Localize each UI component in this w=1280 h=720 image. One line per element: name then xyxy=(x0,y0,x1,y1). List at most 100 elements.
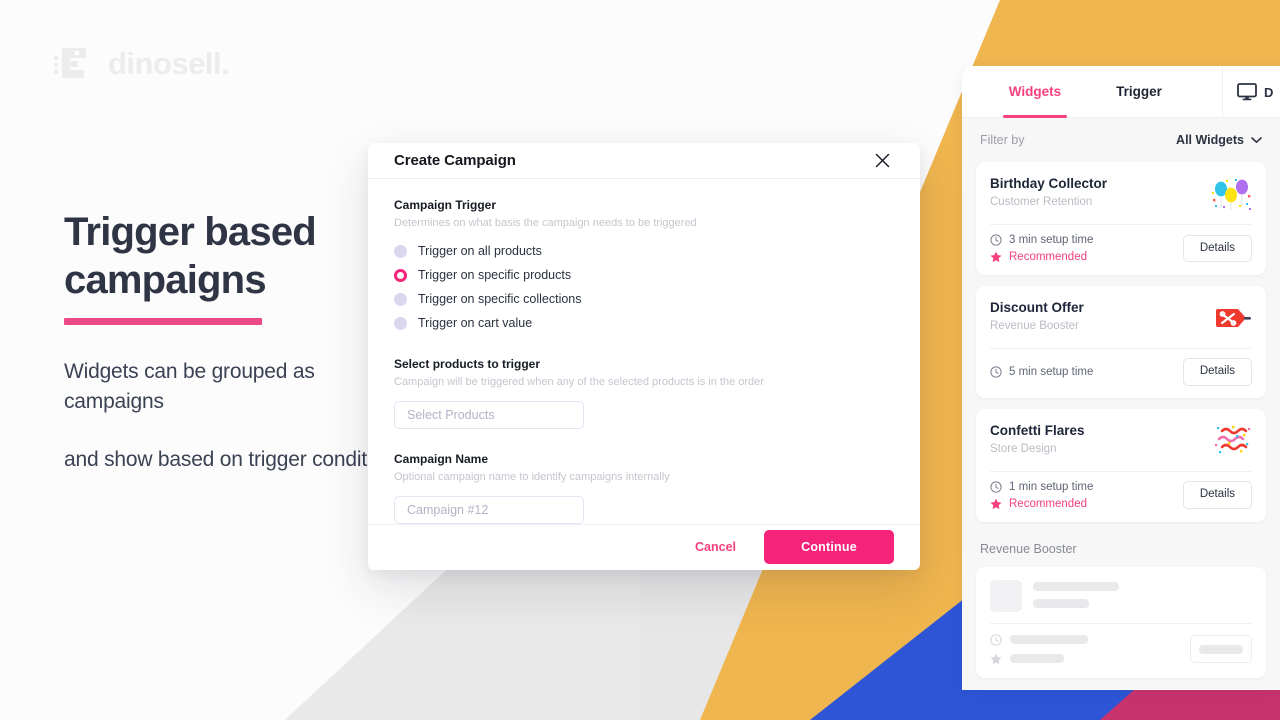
widget-card-header: Confetti Flares Store Design xyxy=(976,409,1266,471)
select-products-group: Select products to trigger Campaign will… xyxy=(394,356,894,429)
skeleton-line xyxy=(1010,635,1088,644)
widget-card-titles: Birthday Collector Customer Retention xyxy=(990,175,1202,209)
widget-setup-time: 5 min setup time xyxy=(990,366,1093,378)
section-label-revenue-booster: Revenue Booster xyxy=(980,541,1077,556)
widget-card-titles: Discount Offer Revenue Booster xyxy=(990,299,1202,333)
filter-dropdown[interactable]: All Widgets xyxy=(1176,133,1262,147)
device-preview-toggle[interactable]: D xyxy=(1223,66,1280,118)
widget-card-meta: 3 min setup time Recommended xyxy=(990,234,1093,263)
tab-widgets[interactable]: Widgets xyxy=(980,66,1090,118)
hero-paragraph-2: and show based on trigger condition. xyxy=(64,448,401,471)
skeleton-header xyxy=(976,567,1266,623)
widget-card-header: Discount Offer Revenue Booster xyxy=(976,286,1266,348)
radio-indicator xyxy=(394,244,407,258)
cancel-button[interactable]: Cancel xyxy=(695,540,736,554)
widget-card-meta: 1 min setup time Recommended xyxy=(990,481,1093,510)
star-icon xyxy=(990,251,1002,263)
clock-icon xyxy=(990,366,1002,378)
radio-label: Trigger on all products xyxy=(418,244,542,259)
confetti-icon xyxy=(1215,425,1251,453)
radio-trigger-all-products[interactable]: Trigger on all products xyxy=(394,241,894,262)
skeleton-header xyxy=(976,689,1266,691)
page-title-line1: Trigger based xyxy=(64,210,317,254)
dinosaur-icon xyxy=(54,48,86,78)
skeleton-thumbnail xyxy=(990,579,1022,612)
brand-logo: dinosell. xyxy=(54,44,230,82)
skeleton-line xyxy=(1033,598,1089,608)
filter-row: Filter by All Widgets xyxy=(976,118,1266,162)
widget-card-birthday-collector[interactable]: Birthday Collector Customer Retention 3 … xyxy=(976,162,1266,275)
dialog-body: Campaign Trigger Determines on what basi… xyxy=(368,179,920,524)
widget-details-button[interactable]: Details xyxy=(1182,481,1252,509)
skeleton-meta xyxy=(990,633,1088,665)
skeleton-line xyxy=(1199,644,1243,654)
widget-recommended-label: Recommended xyxy=(1009,497,1087,510)
skeleton-footer xyxy=(976,624,1266,678)
widget-card-titles: Confetti Flares Store Design xyxy=(990,422,1202,456)
select-products-input[interactable] xyxy=(394,400,584,429)
skeleton-line xyxy=(1033,581,1119,591)
dialog-footer: Cancel Continue xyxy=(368,523,920,570)
radio-label: Trigger on specific collections xyxy=(418,292,582,307)
chevron-down-icon xyxy=(1251,136,1262,143)
widget-setup-time-label: 1 min setup time xyxy=(1009,480,1094,493)
widget-recommended-badge: Recommended xyxy=(990,498,1093,510)
create-campaign-dialog: Create Campaign Campaign Trigger Determi… xyxy=(368,143,920,570)
monitor-icon xyxy=(1237,83,1257,101)
clock-icon xyxy=(990,234,1002,246)
widget-card-subtitle: Customer Retention xyxy=(990,196,1093,208)
widget-card-title: Discount Offer xyxy=(990,300,1084,315)
widgets-panel: Widgets Trigger D Filter by All Widgets xyxy=(962,66,1280,690)
widget-card-discount-offer[interactable]: Discount Offer Revenue Booster 5 min set… xyxy=(976,286,1266,398)
widget-card-confetti-flares[interactable]: Confetti Flares Store Design 1 min setup… xyxy=(976,408,1266,522)
widget-card-footer: 1 min setup time Recommended Details xyxy=(976,472,1266,522)
skeleton-button xyxy=(1190,635,1252,663)
widget-card-skeleton xyxy=(976,566,1266,678)
clock-icon xyxy=(990,480,1002,493)
widget-setup-time-label: 5 min setup time xyxy=(1009,365,1094,378)
widget-card-meta: 5 min setup time xyxy=(990,366,1093,378)
dialog-header: Create Campaign xyxy=(368,143,920,179)
widget-setup-time: 1 min setup time xyxy=(990,481,1093,493)
campaign-name-label: Campaign Name xyxy=(394,451,489,466)
close-icon xyxy=(875,153,890,168)
tab-trigger[interactable]: Trigger xyxy=(1090,66,1188,117)
radio-trigger-cart-value[interactable]: Trigger on cart value xyxy=(394,313,894,334)
campaign-trigger-radio-group: Trigger on all products Trigger on speci… xyxy=(394,241,894,334)
device-preview-label: D xyxy=(1264,84,1274,100)
dialog-title: Create Campaign xyxy=(394,151,516,169)
radio-indicator xyxy=(394,292,407,306)
title-underline xyxy=(64,318,262,325)
widget-card-skeleton xyxy=(976,688,1266,691)
close-button[interactable] xyxy=(871,149,894,172)
page-title: Trigger based campaigns xyxy=(64,208,404,304)
radio-indicator-selected xyxy=(394,268,407,282)
star-icon xyxy=(990,653,1002,664)
radio-trigger-specific-collections[interactable]: Trigger on specific collections xyxy=(394,289,894,310)
widget-card-footer: 5 min setup time Details xyxy=(976,349,1266,398)
hero-paragraph-1: Widgets can be grouped as campaigns xyxy=(64,360,315,413)
widget-details-button[interactable]: Details xyxy=(1182,234,1252,263)
discount-tag-icon xyxy=(1216,309,1251,327)
radio-label: Trigger on cart value xyxy=(418,316,533,331)
widget-setup-time: 3 min setup time xyxy=(990,234,1093,246)
select-products-hint: Campaign will be triggered when any of t… xyxy=(394,375,764,388)
skeleton-title-lines xyxy=(1033,580,1252,608)
campaign-trigger-hint: Determines on what basis the campaign ne… xyxy=(394,216,697,229)
clock-icon xyxy=(990,633,1002,646)
campaign-name-input[interactable] xyxy=(394,495,584,524)
widget-card-title: Birthday Collector xyxy=(990,176,1108,191)
skeleton-line xyxy=(1010,654,1064,663)
star-icon xyxy=(990,498,1002,509)
continue-button[interactable]: Continue xyxy=(764,530,894,565)
panel-tab-bar: Widgets Trigger D xyxy=(962,66,1280,118)
widget-details-button[interactable]: Details xyxy=(1182,358,1252,386)
campaign-name-hint: Optional campaign name to identify campa… xyxy=(394,470,670,483)
campaign-name-group: Campaign Name Optional campaign name to … xyxy=(394,451,894,524)
balloons-icon xyxy=(1212,179,1251,210)
campaign-trigger-group: Campaign Trigger Determines on what basi… xyxy=(394,197,894,334)
radio-trigger-specific-products[interactable]: Trigger on specific products xyxy=(394,265,894,286)
select-products-label: Select products to trigger xyxy=(394,356,541,371)
screenshot-stage: dinosell. Trigger based campaigns Widget… xyxy=(0,0,1280,720)
filter-dropdown-value: All Widgets xyxy=(1176,133,1244,147)
